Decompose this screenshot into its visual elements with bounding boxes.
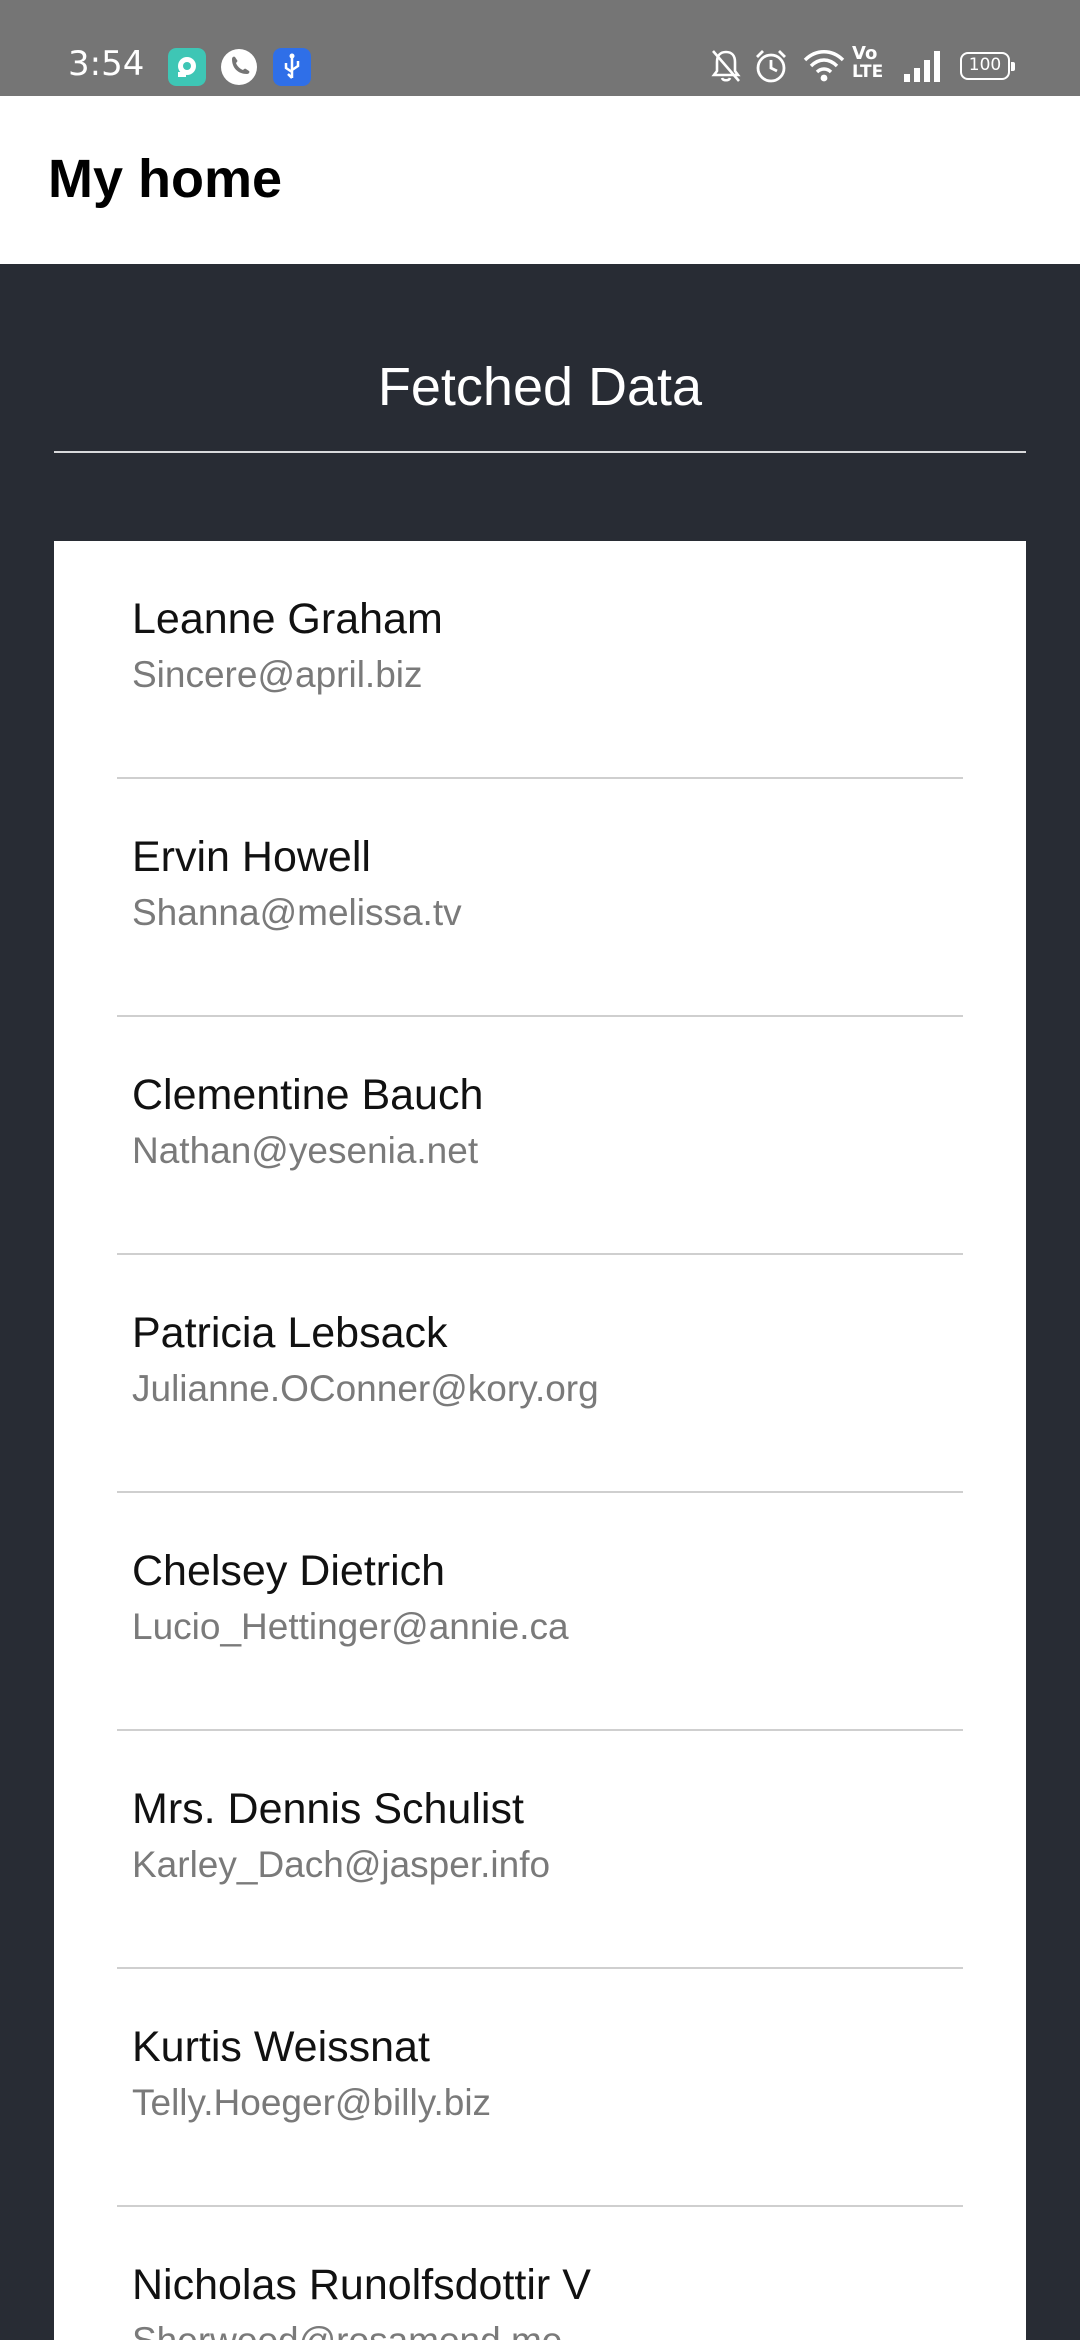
volte-label-bottom: LTE [852, 62, 884, 82]
section-divider [54, 451, 1026, 453]
status-bar: 3:54 Vo LTE 100 [0, 0, 1080, 96]
content-area[interactable]: Fetched Data Leanne Graham Sincere@april… [0, 264, 1080, 2340]
app-bar: My home [0, 96, 1080, 264]
cell-signal-icon [904, 51, 940, 82]
user-name: Mrs. Dennis Schulist [132, 1785, 524, 1833]
user-email: Sherwood@rosamond.me [132, 2320, 562, 2340]
battery-level: 100 [968, 55, 1002, 75]
volte-label-top: Vo [852, 43, 878, 64]
list-item[interactable]: Patricia Lebsack Julianne.OConner@kory.o… [54, 1255, 1026, 1493]
user-email: Sincere@april.biz [132, 654, 423, 695]
assistant-app-icon [168, 48, 206, 86]
user-email: Telly.Hoeger@billy.biz [132, 2082, 492, 2123]
user-list[interactable]: Leanne Graham Sincere@april.biz Ervin Ho… [54, 541, 1026, 2340]
alarm-clock-icon [756, 50, 786, 83]
volte-icon: Vo LTE [852, 44, 894, 86]
bell-muted-icon [711, 50, 741, 82]
list-item[interactable]: Kurtis Weissnat Telly.Hoeger@billy.biz [54, 1969, 1026, 2207]
phone-call-icon [221, 49, 257, 85]
list-item[interactable]: Nicholas Runolfsdottir V Sherwood@rosamo… [54, 2207, 1026, 2340]
user-name: Nicholas Runolfsdottir V [132, 2261, 591, 2309]
user-name: Chelsey Dietrich [132, 1547, 446, 1595]
battery-icon: 100 [960, 52, 1015, 80]
list-item[interactable]: Mrs. Dennis Schulist Karley_Dach@jasper.… [54, 1731, 1026, 1969]
list-item[interactable]: Chelsey Dietrich Lucio_Hettinger@annie.c… [54, 1493, 1026, 1731]
list-item[interactable]: Leanne Graham Sincere@april.biz [54, 541, 1026, 779]
user-name: Patricia Lebsack [132, 1309, 448, 1357]
user-email: Nathan@yesenia.net [132, 1130, 479, 1171]
user-name: Leanne Graham [132, 595, 443, 643]
section-title: Fetched Data [377, 357, 703, 417]
user-email: Julianne.OConner@kory.org [132, 1368, 599, 1409]
status-time: 3:54 [68, 44, 145, 84]
list-item[interactable]: Clementine Bauch Nathan@yesenia.net [54, 1017, 1026, 1255]
page-title: My home [48, 149, 283, 209]
wifi-icon [803, 50, 845, 82]
list-item[interactable]: Ervin Howell Shanna@melissa.tv [54, 779, 1026, 1017]
user-email: Karley_Dach@jasper.info [132, 1844, 551, 1885]
usb-debugging-icon [273, 48, 311, 86]
user-name: Ervin Howell [132, 833, 371, 881]
user-name: Kurtis Weissnat [132, 2023, 430, 2071]
user-name: Clementine Bauch [132, 1071, 484, 1119]
user-email: Lucio_Hettinger@annie.ca [132, 1606, 569, 1647]
user-email: Shanna@melissa.tv [132, 892, 462, 933]
